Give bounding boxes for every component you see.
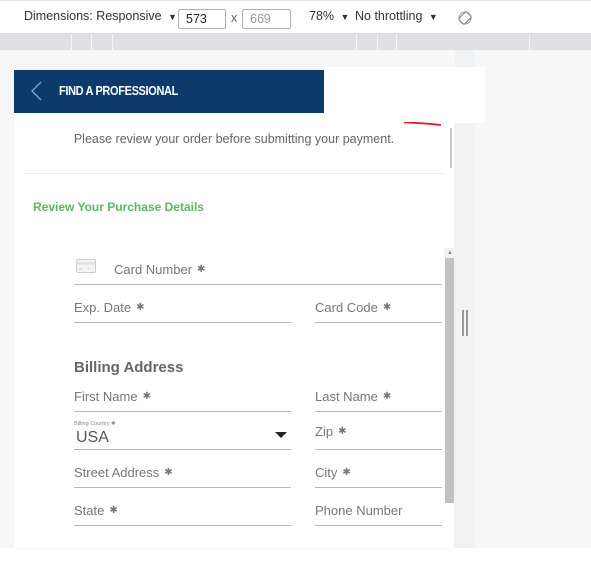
form-scrollbar[interactable]: ▲: [444, 248, 454, 548]
card-code-label: Card Code ✱: [315, 300, 392, 315]
media-query-divider: [377, 34, 378, 50]
media-query-divider: [396, 34, 397, 50]
rotate-icon[interactable]: [458, 11, 472, 28]
page-header: FIND A PROFESSIONAL: [14, 70, 324, 113]
chevron-down-icon[interactable]: [275, 432, 287, 438]
throttling-dropdown[interactable]: No throttling ▼: [355, 9, 438, 23]
viewport-side-strip: [455, 50, 475, 548]
required-icon: ✱: [142, 391, 151, 402]
first-name-label: First Name ✱: [74, 389, 151, 404]
card-number-field[interactable]: Card Number ✱: [74, 254, 442, 285]
zip-field[interactable]: Zip ✱: [315, 419, 442, 450]
payment-form: Card Number ✱ Exp. Date ✱ Card Code ✱ Billi…: [14, 248, 454, 548]
required-icon: ✱: [197, 264, 206, 275]
last-name-field[interactable]: Last Name ✱: [315, 381, 442, 412]
street-address-field[interactable]: Street Address ✱: [74, 457, 291, 488]
scrollbar-thumb[interactable]: [445, 258, 454, 503]
review-notice: Please review your order before submitti…: [73, 132, 395, 146]
zip-label: Zip ✱: [315, 424, 347, 439]
last-name-label: Last Name ✱: [315, 389, 392, 404]
times-symbol: x: [231, 11, 238, 25]
required-icon: ✱: [164, 467, 173, 478]
media-query-divider: [71, 34, 72, 50]
emulated-page: FIND A PROFESSIONAL Please review your o…: [14, 70, 454, 548]
section-divider: [24, 173, 446, 174]
overlay-white-box: [324, 67, 485, 123]
throttling-label: No throttling: [355, 9, 423, 23]
chevron-left-icon[interactable]: [27, 80, 49, 102]
media-query-divider: [112, 34, 113, 50]
header-title[interactable]: FIND A PROFESSIONAL: [59, 84, 178, 98]
street-address-label: Street Address ✱: [74, 465, 173, 480]
required-icon: ✱: [109, 505, 118, 516]
media-query-bar[interactable]: [0, 34, 591, 50]
required-icon: ✱: [342, 467, 351, 478]
resize-handle[interactable]: [462, 310, 468, 336]
zoom-caret-icon: ▼: [340, 12, 350, 22]
city-label: City ✱: [315, 465, 351, 480]
bottom-area: [0, 548, 591, 565]
exp-date-field[interactable]: Exp. Date ✱: [74, 292, 291, 323]
inner-scrollbar[interactable]: [450, 128, 452, 168]
billing-country-value: USA: [76, 429, 109, 446]
required-icon: ✱: [382, 391, 392, 402]
required-icon: ✱: [338, 426, 347, 437]
required-icon: ✱: [382, 302, 392, 313]
section-title: Review Your Purchase Details: [33, 200, 204, 214]
scroll-up-arrow-icon[interactable]: ▲: [444, 248, 454, 258]
throttling-caret-icon: ▼: [428, 12, 438, 22]
required-icon: ✱: [136, 302, 145, 313]
phone-number-field[interactable]: Phone Number: [315, 495, 442, 526]
media-query-divider: [356, 34, 357, 50]
media-query-divider: [529, 34, 530, 50]
state-field[interactable]: State ✱: [74, 495, 291, 526]
zoom-label: 78%: [309, 9, 335, 23]
dimensions-caret-icon: ▼: [168, 12, 177, 22]
card-number-label: Card Number ✱: [114, 262, 206, 277]
city-field[interactable]: City ✱: [315, 457, 442, 488]
dimensions-label: Dimensions: Responsive: [24, 9, 162, 23]
media-query-divider: [91, 34, 92, 50]
width-input[interactable]: 573: [178, 9, 226, 29]
billing-country-label: Billing Country ✱: [74, 421, 116, 427]
billing-address-heading: Billing Address: [74, 359, 184, 376]
devtools-device-toolbar: Dimensions: Responsive ▼ 573 x 669 78% ▼…: [0, 0, 591, 34]
card-code-field[interactable]: Card Code ✱: [315, 292, 442, 323]
state-label: State ✱: [74, 503, 118, 518]
height-input[interactable]: 669: [242, 9, 291, 29]
exp-date-label: Exp. Date ✱: [74, 300, 145, 315]
dimensions-dropdown[interactable]: Dimensions: Responsive ▼: [24, 9, 177, 23]
red-annotation-mark: [404, 122, 441, 126]
first-name-field[interactable]: First Name ✱: [74, 381, 291, 412]
zoom-dropdown[interactable]: 78% ▼: [309, 9, 349, 23]
billing-country-select[interactable]: Billing Country ✱ USA: [74, 419, 291, 450]
phone-number-label: Phone Number: [315, 503, 403, 518]
credit-card-icon: [76, 259, 96, 278]
